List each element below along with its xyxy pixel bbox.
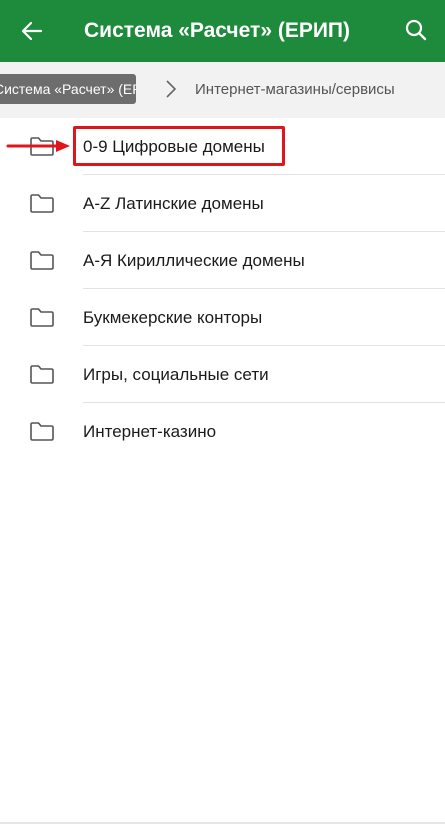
list-item[interactable]: 0-9 Цифровые домены (0, 118, 445, 175)
list-item-label: Игры, социальные сети (83, 365, 269, 384)
list-item-label: Букмекерские конторы (83, 308, 263, 327)
list-item-label: А-Я Кириллические домены (83, 251, 305, 270)
arrow-left-icon (21, 21, 43, 41)
list-item[interactable]: A-Z Латинские домены (0, 175, 445, 232)
breadcrumb: Система «Расчет» (ЕРИП) Интернет-магазин… (0, 62, 445, 118)
app-bar: Система «Расчет» (ЕРИП) (0, 0, 445, 62)
list-item[interactable]: Букмекерские конторы (0, 289, 445, 346)
list-item[interactable]: А-Я Кириллические домены (0, 232, 445, 289)
folder-icon (30, 251, 54, 270)
folder-icon (30, 308, 54, 327)
folder-icon (30, 422, 54, 441)
category-list: 0-9 Цифровые домены A-Z Латинские домены… (0, 118, 445, 460)
back-button[interactable] (18, 17, 46, 45)
list-item-label: Интернет-казино (83, 422, 217, 441)
folder-icon (30, 365, 54, 384)
highlight-box (73, 126, 285, 166)
list-item[interactable]: Интернет-казино (0, 403, 445, 460)
breadcrumb-current: Интернет-магазины/сервисы (195, 81, 395, 98)
chevron-right-icon (166, 80, 177, 98)
folder-icon (30, 194, 54, 213)
arrow-right-icon (6, 140, 70, 152)
search-button[interactable] (403, 17, 429, 43)
search-icon (405, 19, 427, 41)
list-item-label: A-Z Латинские домены (83, 194, 264, 213)
page-title: Система «Расчет» (ЕРИП) (84, 19, 351, 42)
breadcrumb-parent[interactable]: Система «Расчет» (ЕРИП) (0, 74, 136, 104)
list-item[interactable]: Игры, социальные сети (0, 346, 445, 403)
